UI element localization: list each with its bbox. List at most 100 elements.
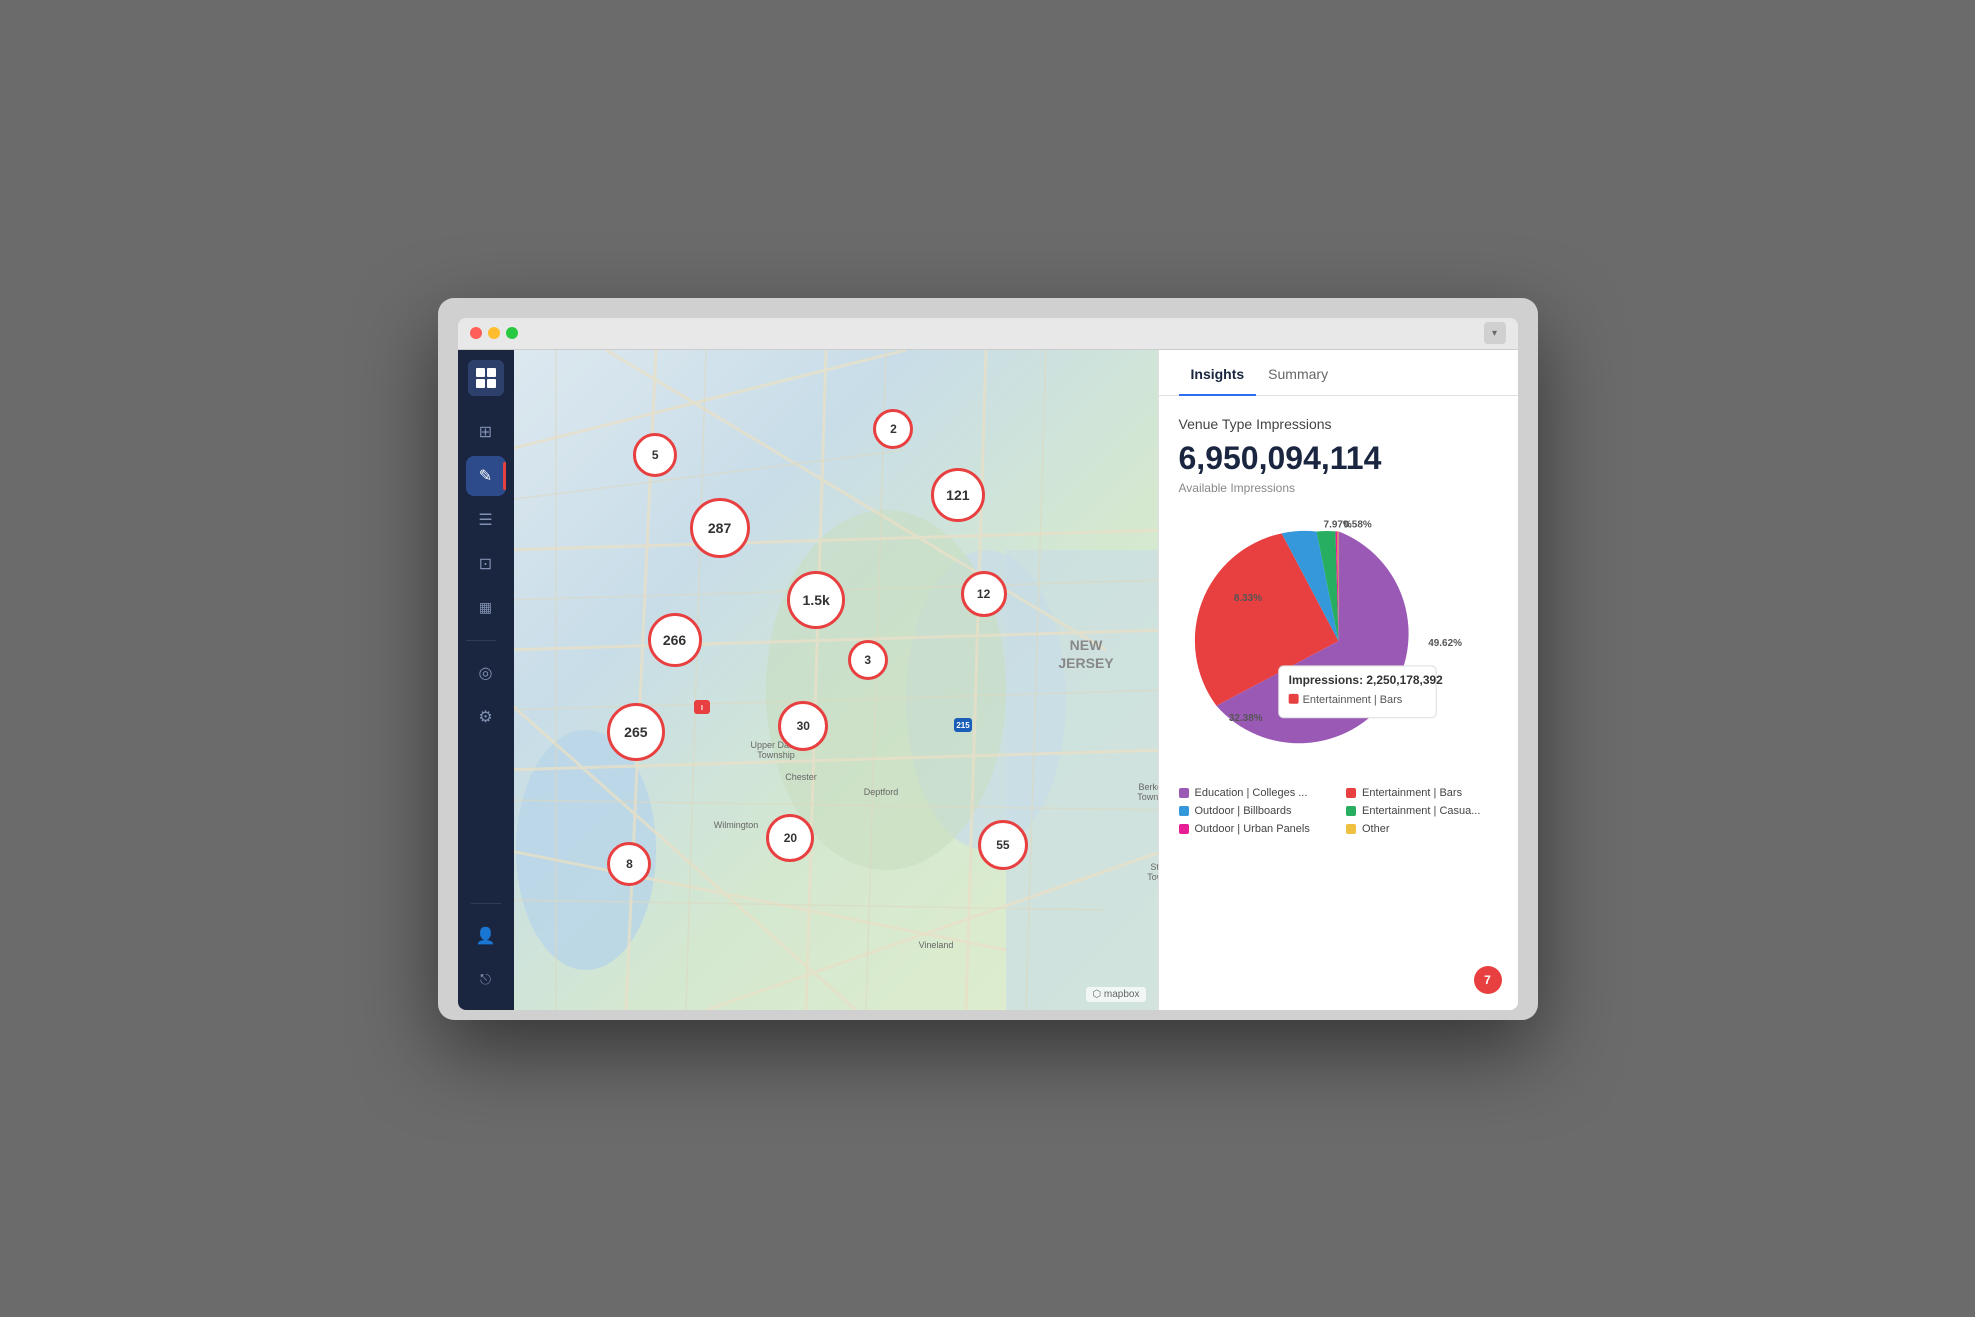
legend-label: Entertainment | Casua... xyxy=(1362,805,1480,817)
maximize-button[interactable] xyxy=(506,327,518,339)
map-marker-m13[interactable]: 8 xyxy=(607,842,651,886)
map-marker-m5[interactable]: 1.5k xyxy=(787,571,845,629)
traffic-lights xyxy=(470,327,518,339)
svg-text:Stafford: Stafford xyxy=(1150,862,1158,872)
chart-container: 49.62% 32.38% 8.33% 7.97% 0.58% Impressi… xyxy=(1179,511,1498,771)
screen: ▾ ⊞ xyxy=(458,318,1518,1010)
title-bar: ▾ xyxy=(458,318,1518,350)
panel-tabs: Insights Summary xyxy=(1159,350,1518,396)
svg-text:Deptford: Deptford xyxy=(863,787,898,797)
map-marker-m8[interactable]: 3 xyxy=(848,640,888,680)
logout-icon: ⎋ xyxy=(480,971,491,988)
svg-text:I: I xyxy=(701,705,703,712)
legend-label: Education | Colleges ... xyxy=(1195,787,1308,799)
map-area[interactable]: NEW JERSEY Upper Darby Township Chester … xyxy=(514,350,1158,1010)
svg-text:Township: Township xyxy=(1147,872,1158,882)
tab-insights[interactable]: Insights xyxy=(1179,350,1257,396)
globe-icon: ◎ xyxy=(479,663,493,683)
svg-text:Township: Township xyxy=(1137,792,1158,802)
map-marker-m6[interactable]: 12 xyxy=(961,571,1007,617)
map-roads-svg: NEW JERSEY Upper Darby Township Chester … xyxy=(514,350,1158,1010)
mapbox-logo: ⬡ mapbox xyxy=(1092,989,1139,1000)
sidebar-divider-2 xyxy=(471,903,501,904)
legend-label: Outdoor | Urban Panels xyxy=(1195,823,1310,835)
notification-badge: 7 xyxy=(1474,966,1502,994)
legend-item: Other xyxy=(1346,823,1498,835)
legend-color-dot xyxy=(1179,788,1189,798)
sidebar-item-logout[interactable]: ⎋ xyxy=(466,960,506,1000)
app-logo[interactable] xyxy=(468,360,504,396)
minimize-button[interactable] xyxy=(488,327,500,339)
tooltip: Impressions: 2,250,178,392 Entertainment… xyxy=(1278,665,1442,717)
total-impressions: 6,950,094,114 xyxy=(1179,440,1498,477)
sidebar: ⊞ ✎ ☰ ⊡ ▦ xyxy=(458,350,514,1010)
analytics-icon: ▦ xyxy=(479,599,492,616)
legend-item: Outdoor | Urban Panels xyxy=(1179,823,1331,835)
legend-color-dot xyxy=(1346,806,1356,816)
map-marker-m7[interactable]: 266 xyxy=(648,613,702,667)
sidebar-item-analytics[interactable]: ▦ xyxy=(466,588,506,628)
legend-grid: Education | Colleges ... Entertainment |… xyxy=(1179,787,1498,835)
map-marker-m10[interactable]: 30 xyxy=(778,701,828,751)
svg-text:215: 215 xyxy=(956,721,970,730)
svg-text:NEW: NEW xyxy=(1069,637,1102,653)
sidebar-nav: ⊞ ✎ ☰ ⊡ ▦ xyxy=(466,412,506,895)
svg-text:Berkeley: Berkeley xyxy=(1138,782,1158,792)
legend-item: Entertainment | Casua... xyxy=(1346,805,1498,817)
mapbox-attribution: ⬡ mapbox xyxy=(1086,987,1145,1002)
legend-color-dot xyxy=(1346,824,1356,834)
logo-icon xyxy=(474,366,498,390)
gallery-icon: ⊡ xyxy=(479,554,492,574)
right-panel: Insights Summary Venue Type Impressions … xyxy=(1158,350,1518,1010)
map-marker-m9[interactable]: 265 xyxy=(607,703,665,761)
settings-icon: ⚙ xyxy=(478,707,492,727)
legend-item: Outdoor | Billboards xyxy=(1179,805,1331,817)
map-marker-m4[interactable]: 287 xyxy=(690,498,750,558)
sidebar-item-settings[interactable]: ⚙ xyxy=(466,697,506,737)
svg-text:Vineland: Vineland xyxy=(918,940,953,950)
sidebar-item-dashboard[interactable]: ⊞ xyxy=(466,412,506,452)
active-indicator xyxy=(503,462,506,490)
svg-text:49.62%: 49.62% xyxy=(1428,637,1462,648)
map-marker-m2[interactable]: 2 xyxy=(873,409,913,449)
legend-item: Education | Colleges ... xyxy=(1179,787,1331,799)
legend-label: Outdoor | Billboards xyxy=(1195,805,1292,817)
available-label: Available Impressions xyxy=(1179,481,1498,495)
legend-color-dot xyxy=(1179,824,1189,834)
map-marker-m11[interactable]: 20 xyxy=(766,814,814,862)
legend-label: Other xyxy=(1362,823,1390,835)
svg-text:Township: Township xyxy=(757,750,795,760)
tab-summary[interactable]: Summary xyxy=(1256,350,1340,396)
map-marker-m1[interactable]: 5 xyxy=(633,433,677,477)
svg-text:Chester: Chester xyxy=(785,772,817,782)
panel-content: Venue Type Impressions 6,950,094,114 Ava… xyxy=(1159,396,1518,1010)
chevron-down-icon[interactable]: ▾ xyxy=(1484,322,1506,344)
svg-text:8.33%: 8.33% xyxy=(1233,593,1261,604)
legend-item: Entertainment | Bars xyxy=(1346,787,1498,799)
svg-text:Entertainment | Bars: Entertainment | Bars xyxy=(1302,693,1402,705)
legend-label: Entertainment | Bars xyxy=(1362,787,1462,799)
svg-text:0.58%: 0.58% xyxy=(1343,519,1371,530)
venue-type-title: Venue Type Impressions xyxy=(1179,416,1498,432)
svg-text:JERSEY: JERSEY xyxy=(1058,655,1114,671)
legend-color-dot xyxy=(1179,806,1189,816)
sidebar-divider xyxy=(466,640,496,641)
svg-text:Impressions: 2,250,178,392: Impressions: 2,250,178,392 xyxy=(1288,672,1443,686)
list-icon: ☰ xyxy=(478,510,492,530)
close-button[interactable] xyxy=(470,327,482,339)
sidebar-item-gallery[interactable]: ⊡ xyxy=(466,544,506,584)
edit-icon: ✎ xyxy=(479,466,492,486)
sidebar-bottom: 👤 ⎋ xyxy=(466,895,506,1000)
sidebar-item-list[interactable]: ☰ xyxy=(466,500,506,540)
app-container: ⊞ ✎ ☰ ⊡ ▦ xyxy=(458,350,1518,1010)
user-icon: 👤 xyxy=(476,926,496,946)
map-background: NEW JERSEY Upper Darby Township Chester … xyxy=(514,350,1158,1010)
title-bar-right: ▾ xyxy=(1484,322,1506,344)
sidebar-item-globe[interactable]: ◎ xyxy=(466,653,506,693)
map-marker-m12[interactable]: 55 xyxy=(978,820,1028,870)
sidebar-item-edit[interactable]: ✎ xyxy=(466,456,506,496)
laptop-frame: ▾ ⊞ xyxy=(438,298,1538,1020)
dashboard-icon: ⊞ xyxy=(479,422,492,442)
map-marker-m3[interactable]: 121 xyxy=(931,468,985,522)
sidebar-item-user[interactable]: 👤 xyxy=(466,916,506,956)
